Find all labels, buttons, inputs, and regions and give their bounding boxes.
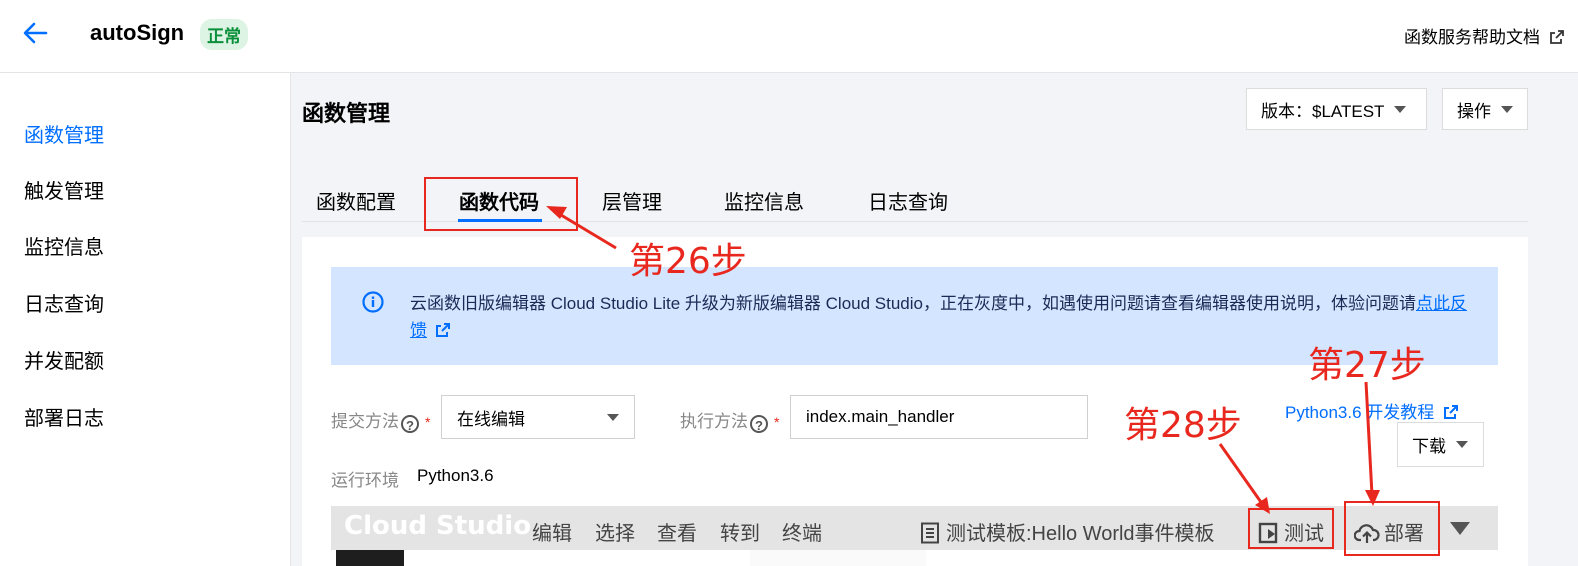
step26-label: 第26步 — [629, 241, 747, 282]
step27-label: 第27步 — [1308, 345, 1426, 386]
annotation-arrows — [546, 206, 1380, 514]
step28-label: 第28步 — [1124, 405, 1242, 446]
